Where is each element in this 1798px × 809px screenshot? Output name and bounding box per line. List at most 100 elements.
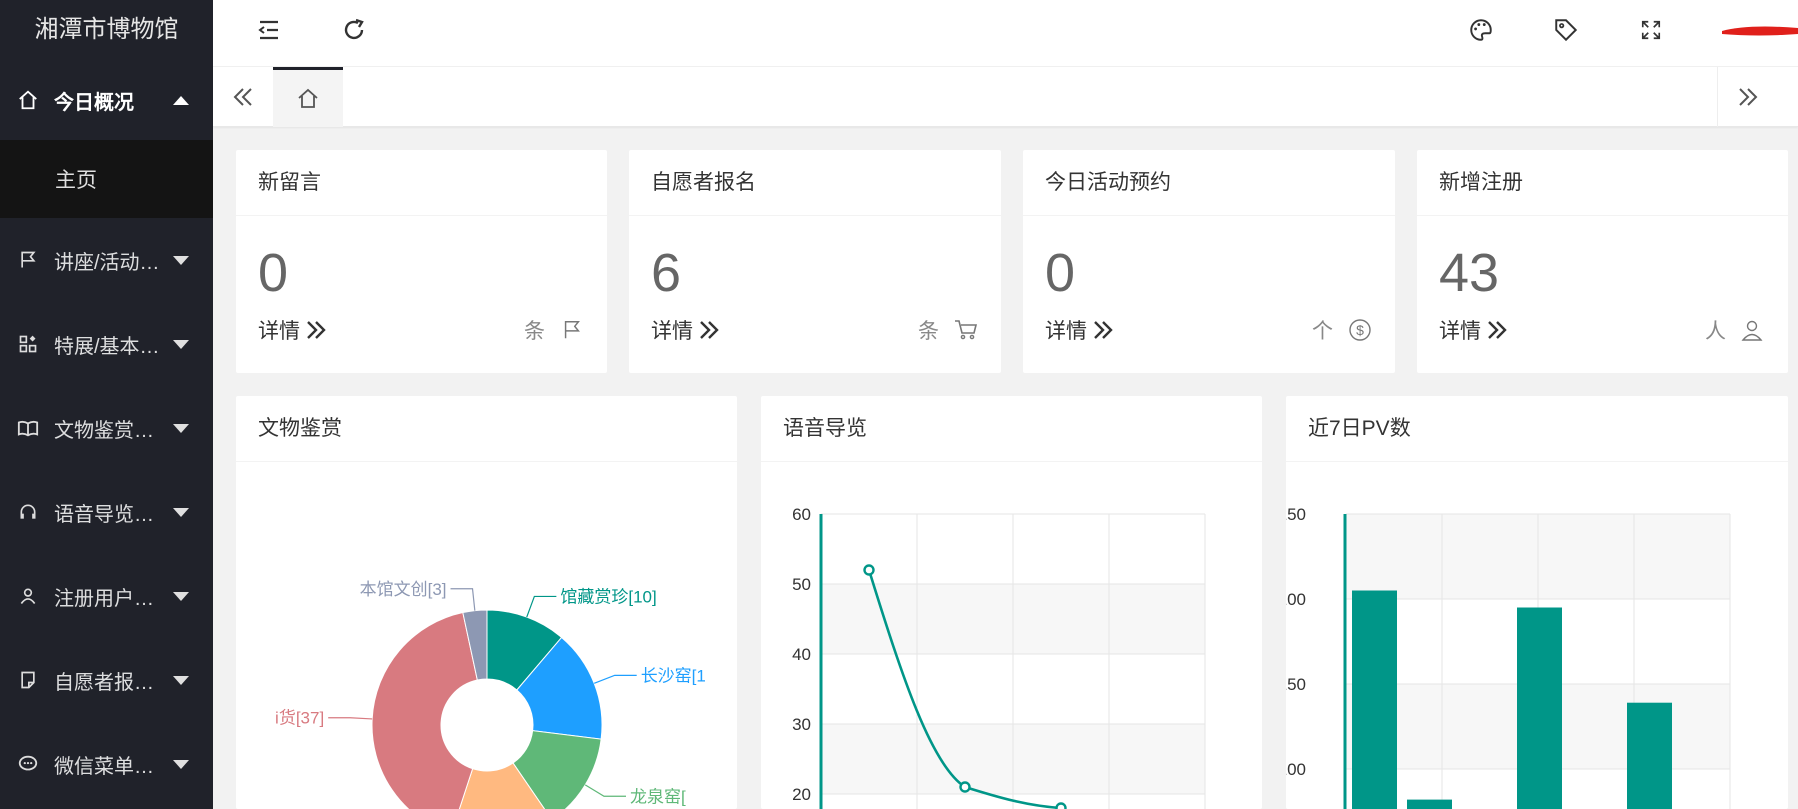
double-chevron-right-icon bbox=[700, 321, 719, 339]
data-point bbox=[1055, 802, 1067, 809]
double-chevron-left-icon bbox=[233, 88, 252, 106]
tabs-scroll-left-button[interactable] bbox=[213, 67, 273, 127]
tabs-bar bbox=[213, 67, 1798, 127]
sidebar-item-label: 自愿者报… bbox=[54, 671, 154, 694]
details-link[interactable]: 详情 bbox=[651, 315, 723, 345]
chevron-down-icon bbox=[173, 423, 189, 433]
double-chevron-right-icon bbox=[1738, 88, 1757, 106]
refresh-icon[interactable] bbox=[340, 16, 368, 44]
panel-title: 语音导览 bbox=[761, 396, 1262, 462]
chevron-down-icon bbox=[173, 591, 189, 601]
palette-icon[interactable] bbox=[1467, 16, 1495, 44]
stat-card-volunteers: 自愿者报名 6 详情 条 bbox=[629, 150, 1001, 373]
details-link[interactable]: 详情 bbox=[1439, 315, 1511, 345]
pie-label: 本馆文创[3] bbox=[360, 580, 447, 599]
bar bbox=[1407, 799, 1452, 809]
bar bbox=[1627, 702, 1672, 809]
double-chevron-right-icon bbox=[1094, 321, 1113, 339]
stat-unit: 条 bbox=[524, 315, 585, 345]
tab-home[interactable] bbox=[273, 67, 343, 127]
form-icon bbox=[16, 668, 40, 692]
details-link[interactable]: 详情 bbox=[258, 315, 330, 345]
stat-unit: 条 bbox=[918, 315, 979, 345]
y-tick-label: 50 bbox=[792, 575, 811, 594]
user-icon bbox=[16, 584, 40, 608]
card-title: 新留言 bbox=[236, 150, 607, 216]
sidebar-item-label: 注册用户… bbox=[54, 587, 154, 610]
sidebar-item-label: 文物鉴赏… bbox=[54, 419, 154, 442]
sidebar-item-users[interactable]: 注册用户… bbox=[0, 554, 213, 638]
chevron-down-icon bbox=[173, 255, 189, 265]
panel-relics-pie: 文物鉴赏 馆藏赏珍[10] 长沙窑[1 龙泉窑[i货[37] 本馆文创[3] bbox=[236, 396, 737, 809]
data-point bbox=[863, 564, 875, 576]
sidebar-item-exhibitions[interactable]: 特展/基本… bbox=[0, 302, 213, 386]
stat-card-reservations: 今日活动预约 0 详情 个 $ bbox=[1023, 150, 1395, 373]
sidebar-item-wechat-menu[interactable]: 微信菜单… bbox=[0, 722, 213, 806]
bar bbox=[1352, 590, 1397, 809]
pie-label: 长沙窑[1 bbox=[641, 666, 706, 685]
sidebar-item-overview[interactable]: 今日概况 bbox=[0, 60, 213, 140]
apps-icon bbox=[16, 332, 40, 356]
sidebar-item-volunteers[interactable]: 自愿者报… bbox=[0, 638, 213, 722]
y-tick-label: 40 bbox=[792, 645, 811, 664]
headset-icon bbox=[16, 500, 40, 524]
double-chevron-right-icon bbox=[307, 321, 326, 339]
menu-toggle-icon[interactable] bbox=[255, 16, 283, 44]
sidebar-item-relics[interactable]: 文物鉴赏… bbox=[0, 386, 213, 470]
chevron-down-icon bbox=[173, 759, 189, 769]
pie-chart: 馆藏赏珍[10] 长沙窑[1 龙泉窑[i货[37] 本馆文创[3] bbox=[275, 580, 706, 809]
bar bbox=[1517, 607, 1562, 809]
cart-icon bbox=[953, 317, 979, 343]
pie-label: i货[37] bbox=[275, 709, 324, 728]
sidebar-item-audio-guide[interactable]: 语音导览… bbox=[0, 470, 213, 554]
stat-value: 6 bbox=[651, 243, 682, 303]
panel-pv-bar: 近7日PV数 100 150 200 250 bbox=[1286, 396, 1788, 809]
card-title: 自愿者报名 bbox=[629, 150, 1001, 216]
stat-value: 43 bbox=[1439, 243, 1500, 303]
details-link[interactable]: 详情 bbox=[1045, 315, 1117, 345]
chat-icon bbox=[16, 752, 40, 776]
bar-chart: 100 150 200 250 bbox=[1286, 505, 1731, 809]
pie-label-line bbox=[526, 595, 557, 618]
panel-title: 近7日PV数 bbox=[1286, 396, 1788, 462]
pie-label: 馆藏赏珍[10] bbox=[560, 587, 656, 606]
user-name-redacted[interactable] bbox=[1718, 18, 1798, 40]
sidebar: 湘潭市博物馆 今日概况 主页 讲座/活动… 特展/基本… 文物鉴赏… 语音导览…… bbox=[0, 0, 213, 809]
card-title: 今日活动预约 bbox=[1023, 150, 1395, 216]
sidebar-subitem-label: 主页 bbox=[55, 169, 97, 192]
y-tick-label: 250 bbox=[1286, 505, 1306, 524]
sidebar-item-lectures[interactable]: 讲座/活动… bbox=[0, 218, 213, 302]
book-icon bbox=[16, 416, 40, 440]
chevron-down-icon bbox=[173, 339, 189, 349]
top-header bbox=[213, 0, 1798, 67]
y-tick-label: 150 bbox=[1286, 675, 1306, 694]
panel-audio-guide-line: 语音导览 20 30 40 50 60 bbox=[761, 396, 1262, 809]
double-chevron-right-icon bbox=[1488, 321, 1507, 339]
chevron-up-icon bbox=[173, 95, 189, 105]
sidebar-subitem-home[interactable]: 主页 bbox=[0, 140, 213, 218]
pie-label-line bbox=[328, 717, 373, 720]
pie-slice bbox=[371, 611, 478, 809]
data-point bbox=[959, 781, 971, 793]
svg-text:$: $ bbox=[1356, 322, 1364, 338]
pie-label-line bbox=[584, 784, 627, 797]
y-tick-label: 60 bbox=[792, 505, 811, 524]
line-chart: 20 30 40 50 60 bbox=[792, 505, 1206, 809]
stat-unit: 人 bbox=[1705, 315, 1766, 345]
flag-icon bbox=[16, 248, 40, 272]
home-icon bbox=[16, 88, 40, 112]
fullscreen-icon[interactable] bbox=[1637, 16, 1665, 44]
stat-card-registrations: 新增注册 43 详情 人 bbox=[1417, 150, 1788, 373]
flag-icon bbox=[559, 317, 585, 343]
y-tick-label: 200 bbox=[1286, 590, 1306, 609]
chevron-down-icon bbox=[173, 675, 189, 685]
tabs-scroll-right-button[interactable] bbox=[1717, 67, 1777, 127]
panel-title: 文物鉴赏 bbox=[236, 396, 737, 462]
sidebar-item-label: 讲座/活动… bbox=[54, 251, 160, 274]
y-tick-label: 30 bbox=[792, 715, 811, 734]
pie-label-line bbox=[593, 674, 637, 684]
sidebar-item-label: 微信菜单… bbox=[54, 755, 154, 778]
tag-icon[interactable] bbox=[1552, 16, 1580, 44]
y-tick-label: 100 bbox=[1286, 760, 1306, 779]
pie-label-line bbox=[450, 588, 476, 611]
